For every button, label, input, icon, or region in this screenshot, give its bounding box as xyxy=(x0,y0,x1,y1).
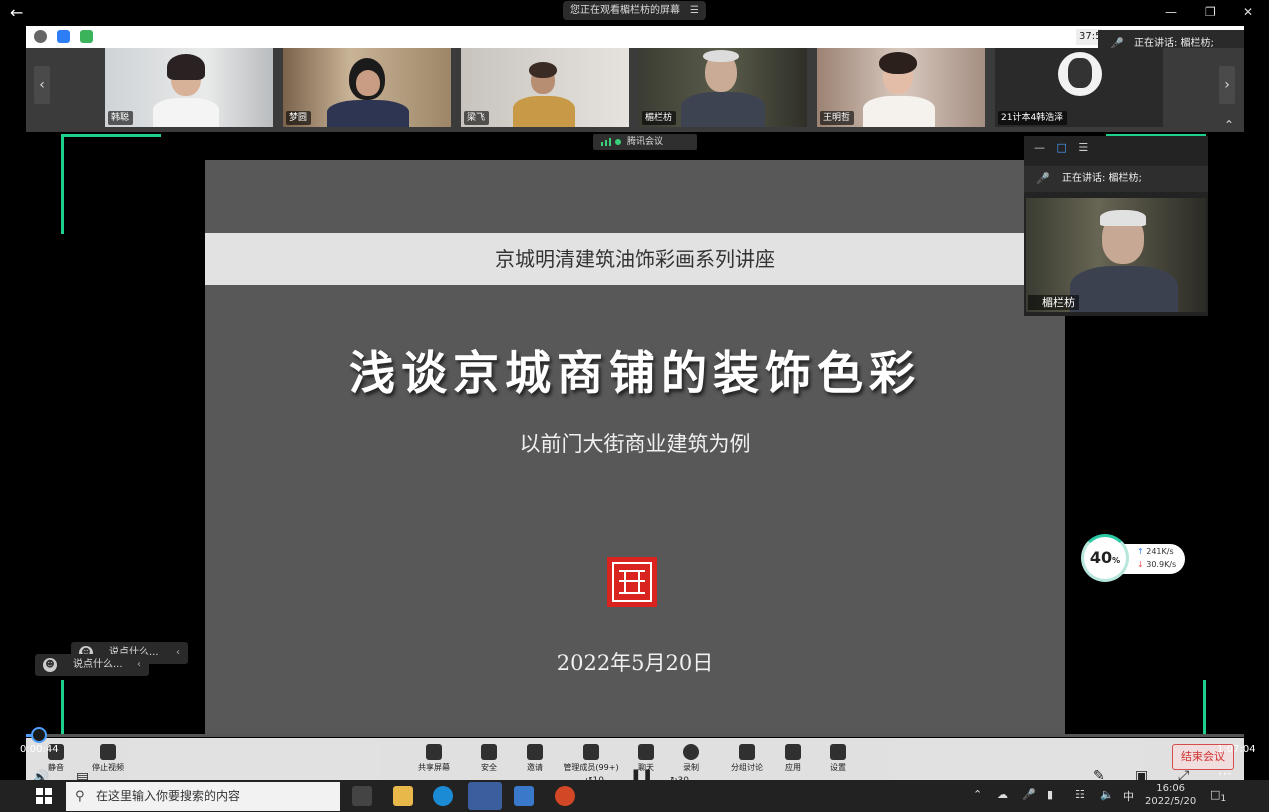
shield-icon xyxy=(481,744,497,760)
shared-screen: 腾讯会议 京城明清建筑油饰彩画系列讲座 浅谈京城商铺的装饰色彩 以前门大街商业建… xyxy=(26,132,1244,735)
speaker-side-panel: — □ ☰ 🎤 正在讲话: 楣栏枋; 楣栏枋 xyxy=(1024,136,1208,316)
photos-icon[interactable] xyxy=(514,786,534,806)
taskbar-search-input[interactable]: ⚲ 在这里输入你要搜索的内容 xyxy=(66,782,340,811)
panel-icons: — □ ☰ xyxy=(1034,141,1088,154)
tencent-meeting-tag: 腾讯会议 xyxy=(593,134,697,150)
participant-tile[interactable]: 王明哲 xyxy=(817,48,985,127)
battery-icon[interactable]: ▮ xyxy=(1047,788,1053,801)
participant-strip: ‹ 韩聪 梦圆 梁飞 楣栏枋 王明哲 21计本4韩浩泽 › xyxy=(26,48,1244,132)
share-screen-icon xyxy=(426,744,442,760)
users-icon xyxy=(583,744,599,760)
next-page-button[interactable]: › xyxy=(1219,66,1235,104)
list-icon[interactable]: ☰ xyxy=(1078,141,1088,154)
gear-icon xyxy=(830,744,846,760)
participant-tile[interactable]: 梦圆 xyxy=(283,48,451,127)
apps-icon xyxy=(785,744,801,760)
network-tray-icon[interactable]: ☷ xyxy=(1075,788,1085,801)
viewing-banner: 您正在观看楣栏枋的屏幕 ☰ xyxy=(563,1,706,20)
red-seal-stamp xyxy=(607,557,657,607)
participant-tile[interactable]: 韩聪 xyxy=(105,48,273,127)
edge-browser-icon[interactable] xyxy=(433,786,453,806)
menu-icon[interactable]: ☰ xyxy=(690,1,699,20)
participant-tile[interactable]: 楣栏枋 xyxy=(639,48,807,127)
tencent-meeting-taskbar-icon[interactable] xyxy=(468,782,502,810)
close-icon[interactable]: ✕ xyxy=(1243,5,1253,19)
player-top-bar: ← 您正在观看楣栏枋的屏幕 ☰ — ❐ ✕ xyxy=(0,0,1269,26)
prev-page-button[interactable]: ‹ xyxy=(34,66,50,104)
ime-indicator[interactable]: 中 xyxy=(1123,788,1134,804)
minimize-icon[interactable]: — xyxy=(1034,141,1045,154)
shield-icon[interactable] xyxy=(57,30,70,43)
taskbar-clock[interactable]: 16:06 2022/5/20 xyxy=(1145,782,1196,808)
breakout-icon xyxy=(739,744,755,760)
panel-speaking-text: 正在讲话: 楣栏枋; xyxy=(1062,173,1142,184)
speaker-camera[interactable]: 楣栏枋 xyxy=(1026,198,1206,312)
chevron-left-icon[interactable]: ‹ xyxy=(176,642,180,664)
participant-name: 王明哲 xyxy=(820,111,855,125)
back-arrow-icon[interactable]: ← xyxy=(10,3,23,22)
speaker-tray-icon[interactable]: 🔈 xyxy=(1100,788,1114,801)
presentation-slide: 京城明清建筑油饰彩画系列讲座 浅谈京城商铺的装饰色彩 以前门大街商业建筑为例 2… xyxy=(205,160,1065,735)
restore-icon[interactable]: ❐ xyxy=(1205,5,1216,19)
record-icon xyxy=(683,744,699,760)
cloud-icon[interactable]: ☁ xyxy=(997,788,1008,801)
windows-start-icon[interactable] xyxy=(36,788,52,804)
signal-icon[interactable] xyxy=(80,30,93,43)
collapse-chevron-icon[interactable]: ⌃ xyxy=(1224,118,1234,132)
mic-icon: 🎤 xyxy=(1036,172,1050,185)
minimize-icon[interactable]: — xyxy=(1165,5,1177,19)
powerpoint-icon[interactable] xyxy=(555,786,575,806)
participant-name: 梁飞 xyxy=(464,111,490,125)
current-time: 0:00:44 xyxy=(20,744,59,755)
chat-icon xyxy=(638,744,654,760)
microphone-tray-icon[interactable]: 🎤 xyxy=(1022,788,1036,801)
file-explorer-icon[interactable] xyxy=(393,786,413,806)
camera-name-label: 楣栏枋 xyxy=(1028,295,1079,310)
meeting-status-row: 37:5 xyxy=(26,26,1244,48)
viewing-banner-text: 您正在观看楣栏枋的屏幕 xyxy=(570,5,680,16)
chevron-left-icon[interactable]: ‹ xyxy=(137,654,141,676)
screen-root: ← 您正在观看楣栏枋的屏幕 ☰ — ❐ ✕ 37:5 🎤 正在讲话: 楣栏枋; … xyxy=(0,0,1269,812)
emoji-icon[interactable]: ☻ xyxy=(43,658,57,672)
chat-input-bubble[interactable]: ☻ 说点什么... ‹ xyxy=(35,654,149,676)
windows-taskbar: ⚲ 在这里输入你要搜索的内容 ⌃ ☁ 🎤 ▮ ☷ 🔈 中 16:06 2022/… xyxy=(0,780,1269,812)
app-tag-text: 腾讯会议 xyxy=(627,137,664,147)
participant-tile[interactable]: 21计本4韩浩泽 xyxy=(995,48,1163,127)
participant-name: 21计本4韩浩泽 xyxy=(998,111,1068,125)
playback-progress[interactable] xyxy=(26,727,1244,743)
tray-chevron-icon[interactable]: ⌃ xyxy=(973,788,982,801)
participant-name: 韩聪 xyxy=(108,111,134,125)
slide-banner: 京城明清建筑油饰彩画系列讲座 xyxy=(205,233,1065,285)
window-icon[interactable]: □ xyxy=(1057,141,1067,154)
cpu-percent: 40% xyxy=(1081,534,1129,582)
slide-title: 浅谈京城商铺的装饰色彩 xyxy=(349,346,921,400)
task-view-icon[interactable] xyxy=(352,786,372,806)
download-speed: ↓ 30.9K/s xyxy=(1137,560,1177,569)
slide-date: 2022年5月20日 xyxy=(556,651,714,675)
slide-subtitle: 以前门大街商业建筑为例 xyxy=(519,432,751,456)
signal-bars-icon xyxy=(601,138,611,146)
notification-icon[interactable]: □1 xyxy=(1210,788,1226,804)
add-user-icon xyxy=(527,744,543,760)
camera-icon xyxy=(100,744,116,760)
live-dot-icon xyxy=(615,139,621,145)
panel-speaking-indicator: 🎤 正在讲话: 楣栏枋; xyxy=(1024,166,1208,192)
meeting-window: 37:5 🎤 正在讲话: 楣栏枋; ‹ 韩聪 梦圆 梁飞 楣栏枋 王明哲 21计… xyxy=(26,26,1244,735)
search-icon: ⚲ xyxy=(75,789,85,804)
upload-speed: ↑ 241K/s xyxy=(1137,547,1174,556)
network-speed-widget: 40% ↑ 241K/s ↓ 30.9K/s xyxy=(1081,534,1185,582)
info-icon[interactable] xyxy=(34,30,47,43)
participant-name: 梦圆 xyxy=(286,111,312,125)
participant-name: 楣栏枋 xyxy=(642,111,677,125)
total-time: 1:07:04 xyxy=(1217,744,1256,755)
participant-tile[interactable]: 梁飞 xyxy=(461,48,629,127)
